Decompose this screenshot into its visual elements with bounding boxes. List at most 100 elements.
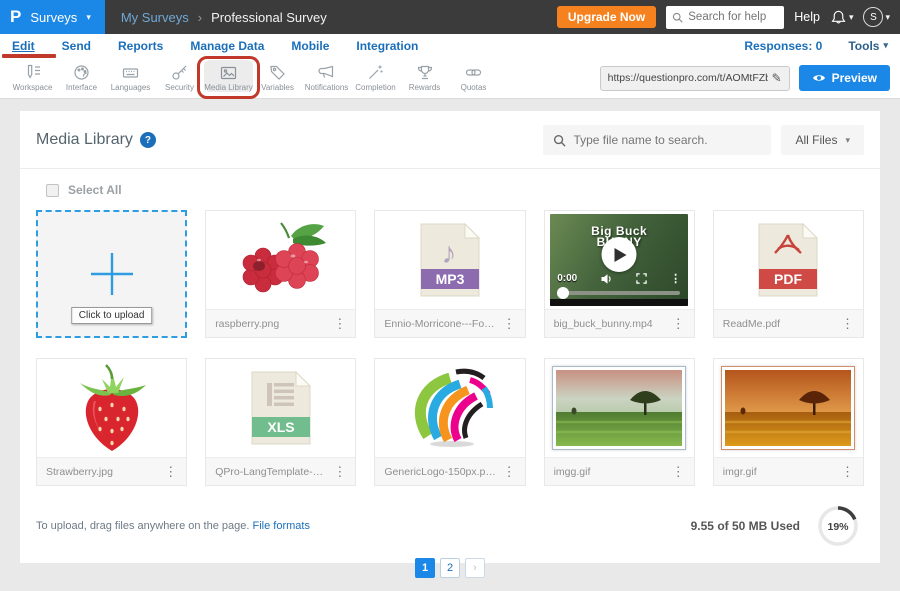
palette-icon	[72, 63, 91, 82]
file-search-input[interactable]	[573, 133, 761, 147]
next-page-button[interactable]: ›	[465, 558, 485, 578]
pdf-badge: PDF	[774, 271, 802, 287]
tools-menu-label: Tools	[848, 39, 879, 53]
nav-tab-mobile[interactable]: Mobile	[291, 39, 329, 53]
help-question-icon[interactable]: ?	[140, 132, 156, 148]
media-tile-imgg[interactable]: imgg.gif ⋮	[544, 358, 695, 486]
media-tile-xls[interactable]: XLS QPro-LangTemplate-April... ⋮	[205, 358, 356, 486]
toolbar-item-interface[interactable]: Interface	[57, 60, 106, 92]
toolbar-item-workspace[interactable]: Workspace	[8, 60, 57, 92]
divider	[20, 168, 880, 169]
breadcrumb-my-surveys[interactable]: My Surveys	[121, 10, 189, 25]
toolbar-item-media-library[interactable]: Media Library	[204, 60, 253, 92]
nav-tab-manage-data[interactable]: Manage Data	[190, 39, 264, 53]
video-menu-icon[interactable]: ⋮	[670, 272, 681, 285]
toolbar-item-rewards[interactable]: Rewards	[400, 60, 449, 92]
file-thumbnail	[714, 359, 863, 457]
kebab-menu-icon[interactable]: ⋮	[327, 464, 352, 480]
video-timestamp: 0:00	[557, 273, 577, 284]
page-title: Media Library	[36, 131, 133, 149]
bell-icon	[830, 9, 847, 26]
file-thumbnail: ♪ MP3	[375, 211, 524, 309]
breadcrumb-current-survey: Professional Survey	[211, 10, 327, 25]
video-progress-bar[interactable]	[558, 291, 680, 295]
file-thumbnail	[375, 359, 524, 457]
xls-badge: XLS	[267, 419, 294, 435]
toolbar-item-label: Variables	[261, 83, 294, 92]
tools-menu[interactable]: Tools ▾	[848, 39, 888, 53]
media-tile-imgr[interactable]: imgr.gif ⋮	[713, 358, 864, 486]
nav-tab-reports[interactable]: Reports	[118, 39, 163, 53]
media-library-card: Media Library ? All Files ▾ Select All	[20, 111, 880, 563]
toolbar-item-label: Workspace	[13, 83, 53, 92]
notifications-bell[interactable]: ▾	[830, 9, 854, 26]
kebab-menu-icon[interactable]: ⋮	[666, 464, 691, 480]
volume-icon[interactable]	[600, 273, 613, 285]
file-name: ReadMe.pdf	[723, 318, 835, 330]
media-tile-strawberry[interactable]: Strawberry.jpg ⋮	[36, 358, 187, 486]
help-search-box[interactable]	[666, 6, 784, 29]
kebab-menu-icon[interactable]: ⋮	[835, 316, 860, 332]
edit-toolbar: Workspace Interface Languages Security M…	[0, 57, 900, 99]
image-icon	[219, 63, 238, 82]
progress-handle[interactable]	[557, 287, 569, 299]
toolbar-item-notifications[interactable]: Notifications	[302, 60, 351, 92]
toolbar-item-completion[interactable]: Completion	[351, 60, 400, 92]
edit-pencil-icon[interactable]: ✎	[772, 71, 782, 85]
toolbar-item-label: Media Library	[204, 83, 252, 92]
file-name: Strawberry.jpg	[46, 466, 158, 478]
upgrade-now-button[interactable]: Upgrade Now	[557, 6, 656, 28]
media-tile-generic-logo[interactable]: GenericLogo-150px.png ⋮	[374, 358, 525, 486]
media-tile-video[interactable]: Big Buck BUNNY 0:00 ⋮	[544, 210, 695, 338]
file-thumbnail: PDF	[714, 211, 863, 309]
kebab-menu-icon[interactable]: ⋮	[666, 316, 691, 332]
help-link[interactable]: Help	[794, 10, 820, 24]
pagination: 1 2 ›	[36, 558, 864, 578]
media-tile-mp3[interactable]: ♪ MP3 Ennio-Morricone---For-A-... ⋮	[374, 210, 525, 338]
framed-image	[552, 366, 686, 450]
help-search-input[interactable]	[688, 11, 778, 23]
file-thumbnail	[545, 359, 694, 457]
play-button[interactable]	[602, 237, 637, 272]
tag-icon	[268, 63, 287, 82]
kebab-menu-icon[interactable]: ⋮	[497, 464, 522, 480]
toolbar-item-languages[interactable]: Languages	[106, 60, 155, 92]
product-menu[interactable]: P Surveys ▾	[0, 0, 105, 34]
letterbox-bar	[550, 299, 688, 306]
toolbar-item-security[interactable]: Security	[155, 60, 204, 92]
kebab-menu-icon[interactable]: ⋮	[158, 464, 183, 480]
file-formats-link[interactable]: File formats	[253, 520, 310, 532]
kebab-menu-icon[interactable]: ⋮	[835, 464, 860, 480]
select-all-checkbox[interactable]	[46, 184, 59, 197]
media-tile-raspberry[interactable]: raspberry.png ⋮	[205, 210, 356, 338]
toolbar-item-label: Completion	[355, 83, 395, 92]
nav-tab-send[interactable]: Send	[62, 39, 91, 53]
media-tile-pdf[interactable]: PDF ReadMe.pdf ⋮	[713, 210, 864, 338]
video-player[interactable]: Big Buck BUNNY 0:00 ⋮	[550, 214, 688, 306]
nav-tab-edit[interactable]: Edit	[12, 39, 35, 53]
account-menu[interactable]: S ▾	[863, 7, 890, 27]
responses-count[interactable]: Responses: 0	[744, 39, 822, 53]
fullscreen-icon[interactable]	[636, 273, 647, 284]
survey-url-field[interactable]: ✎	[600, 66, 790, 91]
nav-tab-integration[interactable]: Integration	[356, 39, 418, 53]
file-search-box[interactable]	[543, 125, 771, 155]
page-button-2[interactable]: 2	[440, 558, 460, 578]
kebab-menu-icon[interactable]: ⋮	[327, 316, 352, 332]
file-name: QPro-LangTemplate-April...	[215, 466, 327, 478]
preview-button[interactable]: Preview	[799, 65, 890, 91]
kebab-menu-icon[interactable]: ⋮	[497, 316, 522, 332]
file-type-filter-dropdown[interactable]: All Files ▾	[781, 125, 864, 155]
toolbar-item-variables[interactable]: Variables	[253, 60, 302, 92]
survey-url-input[interactable]	[608, 72, 768, 84]
toolbar-item-quotas[interactable]: Quotas	[449, 60, 498, 92]
toolbar-item-label: Notifications	[305, 83, 349, 92]
upload-dropzone[interactable]: Click to upload	[36, 210, 187, 338]
storage-usage-text: 9.55 of 50 MB Used	[691, 519, 800, 533]
annotation-red-underline	[2, 54, 56, 58]
plus-icon	[86, 248, 138, 300]
toolbar-item-label: Rewards	[409, 83, 441, 92]
page-button-1[interactable]: 1	[415, 558, 435, 578]
toolbar-item-label: Security	[165, 83, 194, 92]
chevron-down-icon: ▾	[849, 12, 854, 23]
